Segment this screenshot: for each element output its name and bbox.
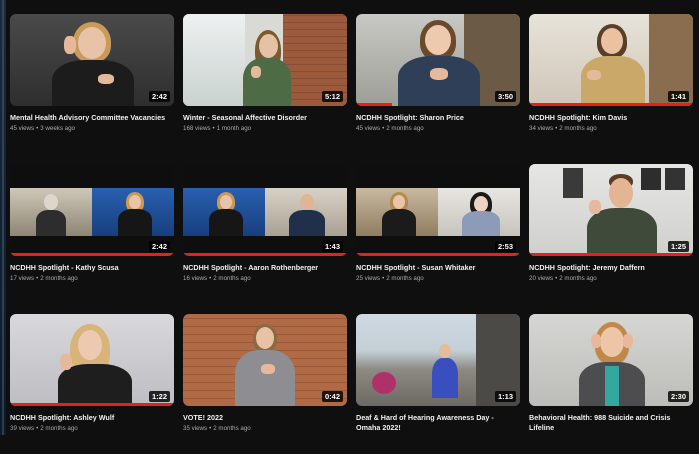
video-duration: 2:42 xyxy=(148,241,170,252)
video-duration: 2:30 xyxy=(667,391,689,402)
video-title[interactable]: VOTE! 2022 xyxy=(183,413,347,423)
video-card[interactable]: 2:30 Behavioral Health: 988 Suicide and … xyxy=(529,314,693,454)
video-meta: 34 views • 2 months ago xyxy=(529,125,693,132)
view-count: 16 views xyxy=(183,275,208,282)
video-thumbnail[interactable]: 2:42 xyxy=(10,14,174,106)
video-thumbnail[interactable]: 0:42 xyxy=(183,314,347,406)
video-duration: 1:13 xyxy=(494,391,516,402)
video-grid: 2:42 Mental Health Advisory Committee Va… xyxy=(10,14,693,454)
view-count: 25 views xyxy=(356,275,381,282)
view-count: 39 views xyxy=(10,425,35,432)
video-duration: 3:50 xyxy=(494,91,516,102)
video-thumbnail[interactable]: 1:13 xyxy=(356,314,520,406)
video-card[interactable]: 2:53 NCDHH Spotlight - Susan Whitaker 25… xyxy=(356,164,520,304)
view-count: 20 views xyxy=(529,275,554,282)
video-card[interactable]: 3:50 NCDHH Spotlight: Sharon Price 45 vi… xyxy=(356,14,520,154)
video-card[interactable]: 1:13 Deaf & Hard of Hearing Awareness Da… xyxy=(356,314,520,454)
video-thumbnail[interactable]: 2:42 xyxy=(10,164,174,256)
video-thumbnail[interactable]: 2:30 xyxy=(529,314,693,406)
video-meta: 35 views • 2 months ago xyxy=(183,425,347,432)
video-title[interactable]: NCDHH Spotlight - Kathy Scusa xyxy=(10,263,174,273)
video-card[interactable]: 2:42 NCDHH Spotlight - Kathy Scusa 17 vi… xyxy=(10,164,174,304)
video-title[interactable]: NCDHH Spotlight: Jeremy Daffern xyxy=(529,263,693,273)
video-title[interactable]: NCDHH Spotlight: Sharon Price xyxy=(356,113,520,123)
upload-age: 2 months ago xyxy=(213,425,251,432)
video-duration: 1:25 xyxy=(667,241,689,252)
watch-progress-bar xyxy=(183,253,347,256)
video-meta: 168 views • 1 month ago xyxy=(183,125,347,132)
watch-progress-bar xyxy=(529,103,693,106)
video-meta: 45 views • 2 months ago xyxy=(356,125,520,132)
video-thumbnail[interactable]: 1:41 xyxy=(529,14,693,106)
video-meta: 45 views • 3 weeks ago xyxy=(10,125,174,132)
video-meta: 39 views • 2 months ago xyxy=(10,425,174,432)
video-meta: 20 views • 2 months ago xyxy=(529,275,693,282)
video-card[interactable]: 0:42 VOTE! 2022 35 views • 2 months ago xyxy=(183,314,347,454)
video-title[interactable]: NCDHH Spotlight - Aaron Rothenberger xyxy=(183,263,347,273)
upload-age: 2 months ago xyxy=(386,275,424,282)
video-card[interactable]: 1:41 NCDHH Spotlight: Kim Davis 34 views… xyxy=(529,14,693,154)
video-title[interactable]: NCDHH Spotlight: Ashley Wulf xyxy=(10,413,174,423)
view-count: 17 views xyxy=(10,275,35,282)
video-duration: 0:42 xyxy=(321,391,343,402)
view-count: 34 views xyxy=(529,125,554,132)
video-thumbnail[interactable]: 2:53 xyxy=(356,164,520,256)
watch-progress-bar xyxy=(356,253,520,256)
view-count: 45 views xyxy=(10,125,35,132)
upload-age: 2 months ago xyxy=(559,275,597,282)
upload-age: 2 months ago xyxy=(386,125,424,132)
video-card[interactable]: 1:25 NCDHH Spotlight: Jeremy Daffern 20 … xyxy=(529,164,693,304)
video-thumbnail[interactable]: 1:25 xyxy=(529,164,693,256)
video-title[interactable]: Deaf & Hard of Hearing Awareness Day - O… xyxy=(356,413,520,433)
view-count: 35 views xyxy=(183,425,208,432)
video-duration: 1:22 xyxy=(148,391,170,402)
video-card[interactable]: 1:22 NCDHH Spotlight: Ashley Wulf 39 vie… xyxy=(10,314,174,454)
video-title[interactable]: Behavioral Health: 988 Suicide and Crisi… xyxy=(529,413,693,433)
upload-age: 2 months ago xyxy=(559,125,597,132)
video-title[interactable]: Winter - Seasonal Affective Disorder xyxy=(183,113,347,123)
video-title[interactable]: NCDHH Spotlight: Kim Davis xyxy=(529,113,693,123)
view-count: 168 views xyxy=(183,125,211,132)
video-thumbnail[interactable]: 1:43 xyxy=(183,164,347,256)
video-thumbnail[interactable]: 1:22 xyxy=(10,314,174,406)
upload-age: 1 month ago xyxy=(216,125,252,132)
video-duration: 2:53 xyxy=(494,241,516,252)
left-window-edge xyxy=(0,0,6,435)
video-thumbnail[interactable]: 3:50 xyxy=(356,14,520,106)
video-meta: 25 views • 2 months ago xyxy=(356,275,520,282)
upload-age: 3 weeks ago xyxy=(40,125,75,132)
video-card[interactable]: 2:42 Mental Health Advisory Committee Va… xyxy=(10,14,174,154)
watch-progress-bar xyxy=(10,253,174,256)
watch-progress-bar xyxy=(356,103,393,106)
video-meta: 16 views • 2 months ago xyxy=(183,275,347,282)
view-count: 45 views xyxy=(356,125,381,132)
video-card[interactable]: 5:12 Winter - Seasonal Affective Disorde… xyxy=(183,14,347,154)
video-card[interactable]: 1:43 NCDHH Spotlight - Aaron Rothenberge… xyxy=(183,164,347,304)
video-title[interactable]: Mental Health Advisory Committee Vacanci… xyxy=(10,113,174,123)
video-duration: 1:41 xyxy=(667,91,689,102)
video-duration: 1:43 xyxy=(321,241,343,252)
watch-progress-bar xyxy=(529,253,693,256)
video-meta: 17 views • 2 months ago xyxy=(10,275,174,282)
video-duration: 2:42 xyxy=(148,91,170,102)
upload-age: 2 months ago xyxy=(40,275,78,282)
video-duration: 5:12 xyxy=(321,91,343,102)
watch-progress-bar xyxy=(10,403,174,406)
video-title[interactable]: NCDHH Spotlight - Susan Whitaker xyxy=(356,263,520,273)
video-thumbnail[interactable]: 5:12 xyxy=(183,14,347,106)
upload-age: 2 months ago xyxy=(40,425,78,432)
upload-age: 2 months ago xyxy=(213,275,251,282)
